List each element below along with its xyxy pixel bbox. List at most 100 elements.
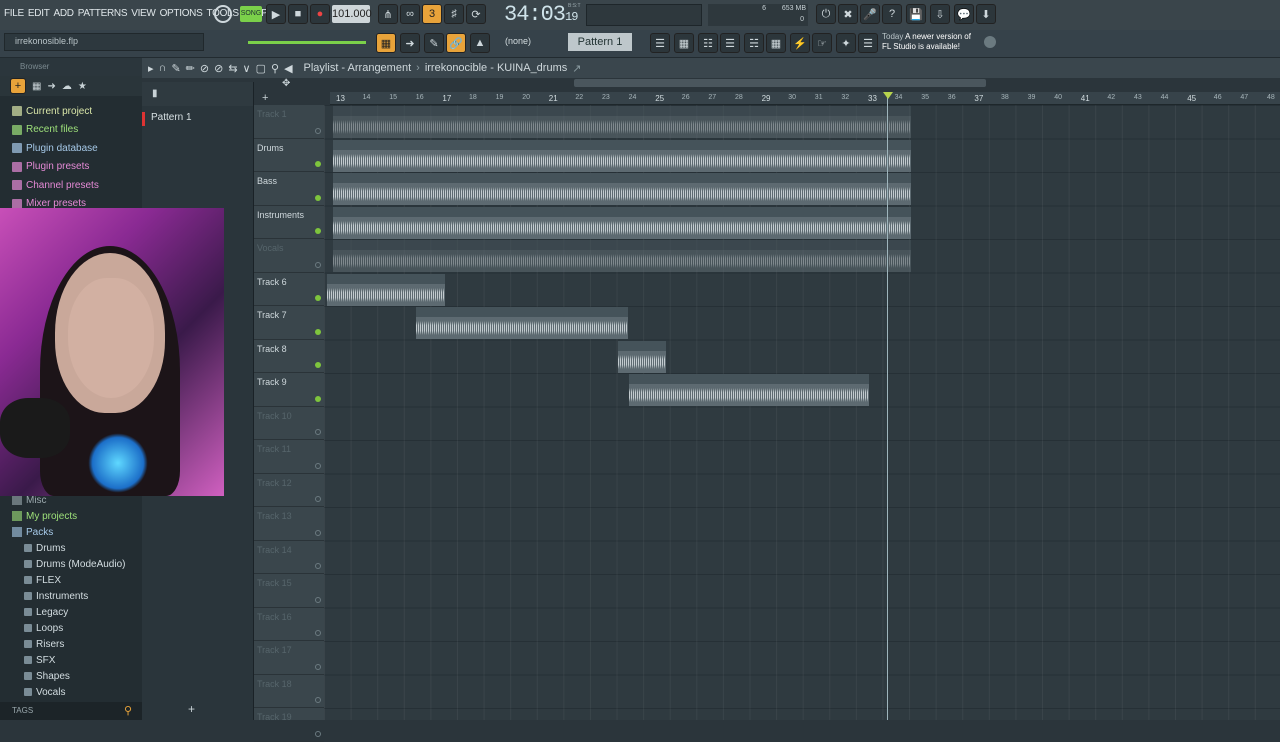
track-mute-led-icon[interactable] (315, 127, 321, 134)
tempo-display[interactable]: 101.000 (332, 5, 372, 23)
piano-icon[interactable]: ▮ (152, 88, 158, 99)
search-icon[interactable]: ⚲ (124, 704, 132, 717)
track-header[interactable]: Track 6 (254, 273, 324, 306)
playhead-marker-icon[interactable] (883, 92, 893, 99)
playlist-icon[interactable]: ☰ (650, 33, 670, 53)
pack-item[interactable]: Loops (0, 620, 142, 636)
tool-mute-icon[interactable]: ⊘ (214, 62, 223, 75)
pack-item[interactable]: Risers (0, 636, 142, 652)
audio-clip[interactable]: irreko...ert 1 (618, 340, 666, 373)
track-header[interactable]: Track 14 (254, 541, 324, 574)
audio-clip[interactable]: irrekonocible - KUINA_bass (333, 173, 911, 205)
track-mute-led-icon[interactable] (315, 529, 321, 536)
menu-file[interactable]: FILE (4, 8, 24, 19)
menu-patterns[interactable]: PATTERNS (78, 8, 128, 19)
download-icon[interactable]: ⬇ (976, 4, 996, 24)
pack-item[interactable]: Vocals (0, 684, 142, 700)
tool-arrow-icon[interactable]: ▸ (148, 62, 154, 75)
audio-clip[interactable]: irrekonocible - KUINA_instruments (333, 206, 911, 239)
stamp-icon[interactable]: ▲ (470, 33, 490, 53)
wait-input-icon[interactable]: ∞ (400, 4, 420, 24)
update-notification[interactable]: Today A newer version of FL Studio is av… (882, 32, 971, 52)
track-header[interactable]: Track 11 (254, 440, 324, 474)
reset-icon[interactable]: ⏻ (816, 4, 836, 24)
pack-item[interactable]: Instruments (0, 588, 142, 604)
song-mode-toggle[interactable]: SONG (240, 6, 262, 22)
track-mute-led-icon[interactable] (315, 362, 321, 368)
track-mute-led-icon[interactable] (315, 161, 321, 167)
record-button[interactable]: ● (310, 4, 330, 24)
playhead-line[interactable] (887, 92, 888, 720)
pack-item[interactable]: SFX (0, 652, 142, 668)
master-volume-knob[interactable] (214, 5, 232, 23)
picker-pattern[interactable]: Pattern 1 (142, 112, 242, 126)
track-header[interactable]: Bass (254, 172, 324, 206)
pack-item[interactable]: Legacy (0, 604, 142, 620)
audio-clip[interactable]: irrekonosible_2026-06-07 19-28-45_Insert… (416, 307, 628, 339)
tool-zoom-icon[interactable]: ⚲ (271, 62, 279, 75)
microphone-icon[interactable]: 🎤 (860, 4, 880, 24)
move-cross-icon[interactable]: ✥ (282, 78, 290, 89)
track-mute-led-icon[interactable] (315, 663, 321, 670)
channel-rack-icon[interactable]: ☷ (698, 33, 718, 53)
help-icon[interactable]: ? (882, 4, 902, 24)
track-header[interactable]: Track 17 (254, 641, 324, 675)
pencil-icon[interactable]: ✎ (424, 33, 444, 53)
track-mute-led-icon[interactable] (315, 194, 321, 201)
play-button[interactable]: ▶ (266, 4, 286, 24)
audio-clip[interactable]: irrekonosible_2026-06-07 19-42-37_Insert… (629, 374, 869, 406)
arrow-right-icon[interactable]: ➜ (400, 33, 420, 53)
tool-play-icon[interactable]: ◀ (284, 62, 292, 75)
track-mute-led-icon[interactable] (315, 596, 321, 603)
browser-arrow-icon[interactable]: ➜ (47, 81, 55, 92)
loop-record-icon[interactable]: ⟳ (466, 4, 486, 24)
track-mute-led-icon[interactable] (315, 328, 321, 335)
track-header[interactable]: Instruments (254, 206, 324, 239)
piano-roll-icon[interactable]: ▦ (674, 33, 694, 53)
track-header[interactable]: Track 15 (254, 574, 324, 608)
playlist-grid[interactable]: irrekonocible - KUINA irrekonocible - KUI… (324, 105, 1280, 720)
track-header[interactable]: Track 12 (254, 474, 324, 507)
track-header[interactable]: Track 19 (254, 708, 324, 742)
news-icon[interactable]: ☰ (858, 33, 878, 53)
browser-item[interactable]: Current project (0, 102, 142, 121)
touch-icon[interactable]: ☞ (812, 33, 832, 53)
browser-lower-item[interactable]: My projects (0, 508, 142, 524)
tools-icon[interactable]: ✖ (838, 4, 858, 24)
audio-clip[interactable]: irrekonocible - KUINA_drums (333, 139, 911, 172)
track-header[interactable]: Track 13 (254, 507, 324, 541)
browser-tree-icon[interactable]: ☵ (744, 33, 764, 53)
tags-bar[interactable]: TAGS (0, 702, 142, 720)
track-header[interactable]: Track 18 (254, 675, 324, 708)
clipboard-icon[interactable]: ▦ (766, 33, 786, 53)
settings-gear-icon[interactable] (984, 36, 996, 48)
browser-item[interactable]: Plugin presets (0, 158, 142, 177)
track-header[interactable]: Track 1 (254, 105, 324, 139)
track-mute-led-icon[interactable] (315, 261, 321, 268)
browser-add-icon[interactable]: + (10, 78, 26, 94)
tool-delete-icon[interactable]: ⊘ (200, 62, 209, 75)
plugin-icon[interactable]: ⚡ (790, 33, 810, 53)
tool-paint-icon[interactable]: ✏ (186, 62, 195, 75)
chat-icon[interactable]: 💬 (954, 4, 974, 24)
track-mute-led-icon[interactable] (315, 697, 321, 703)
tool-slice-icon[interactable]: ∨ (243, 62, 251, 75)
blend-notes-icon[interactable]: ♯ (444, 4, 464, 24)
menu-options[interactable]: OPTIONS (160, 8, 203, 19)
track-header[interactable]: Track 7 (254, 306, 324, 340)
track-mute-led-icon[interactable] (315, 563, 321, 569)
mixer-icon[interactable]: ☰ (720, 33, 740, 53)
browser-lower-item[interactable]: Packs (0, 524, 142, 540)
add-pattern-icon[interactable]: + (188, 702, 195, 716)
track-mute-led-icon[interactable] (315, 630, 321, 636)
tool-pencil-icon[interactable]: ✎ (171, 62, 180, 75)
snap-link-icon[interactable]: 🔗 (446, 33, 466, 53)
menu-add[interactable]: ADD (54, 8, 75, 19)
track-header[interactable]: Track 8 (254, 340, 324, 373)
track-mute-led-icon[interactable] (315, 228, 321, 234)
pack-item[interactable]: FLEX (0, 572, 142, 588)
menu-view[interactable]: VIEW (131, 8, 156, 19)
track-mute-led-icon[interactable] (315, 462, 321, 469)
timeline-ruler[interactable]: 13 14 15 16 17 18 19 20 21 22 23 24 25 26 27 28 29 30 31 32… (330, 92, 1280, 105)
audio-clip[interactable]: irrekonocible - KUINA (333, 106, 911, 138)
